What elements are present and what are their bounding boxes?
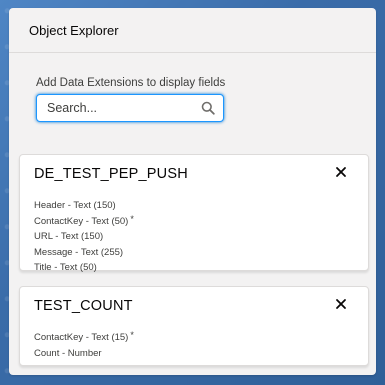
data-extension-name: TEST_COUNT	[34, 298, 133, 314]
field-item: ContactKey - Text (50) *	[34, 213, 134, 227]
close-icon[interactable]	[334, 297, 348, 311]
close-icon[interactable]	[334, 165, 348, 179]
field-item: Header - Text (150)	[34, 200, 116, 211]
field-item: Title - Text (50)	[34, 262, 97, 274]
field-list: Header - Text (150) ContactKey - Text (5…	[34, 197, 368, 275]
field-item: ContactKey - Text (15) *	[34, 330, 134, 343]
required-marker: *	[130, 213, 134, 224]
search-label: Add Data Extensions to display fields	[36, 77, 226, 89]
data-extension-card: DE_TEST_PEP_PUSH Header - Text (150) Con…	[19, 154, 369, 273]
field-list: ContactKey - Text (15) * Count - Number	[34, 329, 368, 360]
search-icon[interactable]	[201, 101, 215, 115]
field-item: URL - Text (150)	[34, 231, 104, 243]
search-box[interactable]	[36, 94, 224, 122]
search-section: Add Data Extensions to display fields	[9, 53, 376, 122]
required-marker: *	[130, 330, 134, 340]
object-explorer-panel: Object Explorer Add Data Extensions to d…	[9, 8, 376, 375]
data-extension-card: TEST_COUNT ContactKey - Text (15) * Count…	[19, 286, 369, 366]
search-input[interactable]	[47, 101, 201, 115]
panel-header: Object Explorer	[9, 8, 376, 53]
field-item: Message - Text (255)	[34, 246, 124, 258]
field-item: Count - Number	[34, 347, 102, 359]
panel-title: Object Explorer	[29, 22, 119, 38]
data-extension-name: DE_TEST_PEP_PUSH	[34, 166, 188, 182]
